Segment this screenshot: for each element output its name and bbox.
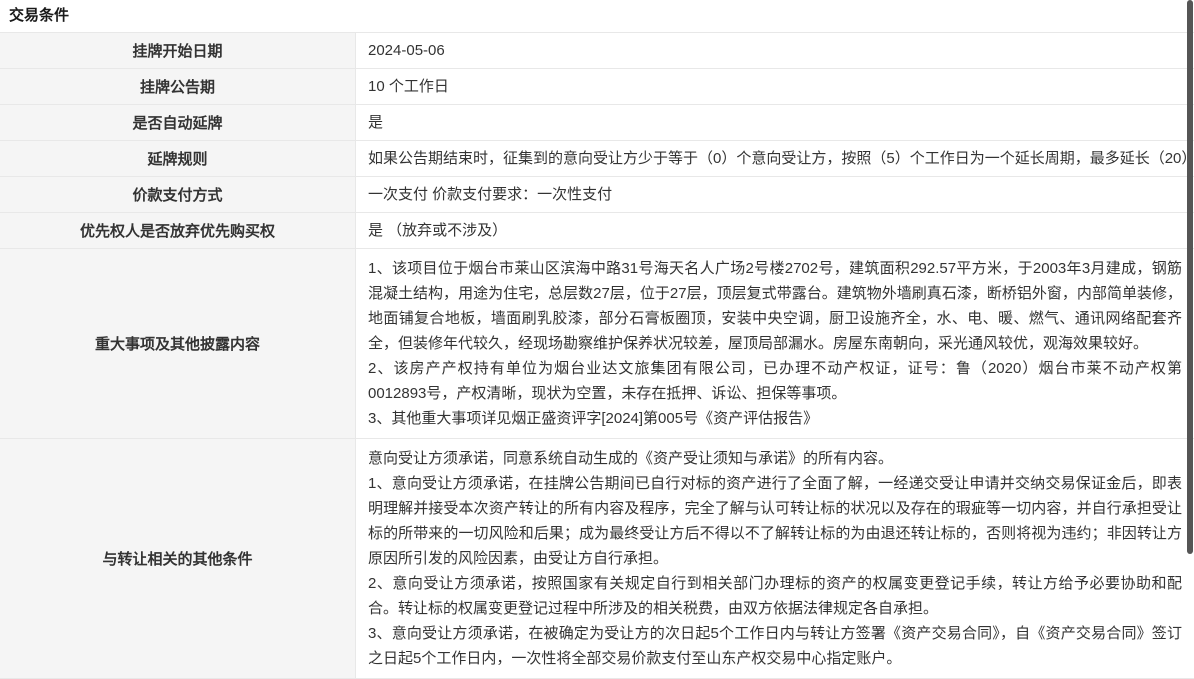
row-label-other-transfer-conditions: 与转让相关的其他条件 bbox=[0, 439, 356, 678]
row-value-major-matters-disclosure: 1、该项目位于烟台市莱山区滨海中路31号海天名人广场2号楼2702号，建筑面积2… bbox=[356, 249, 1194, 438]
trade-conditions-table: 挂牌开始日期 2024-05-06 挂牌公告期 10 个工作日 是否自动延牌 是… bbox=[0, 33, 1194, 679]
row-value-listing-start-date: 2024-05-06 bbox=[356, 33, 1194, 68]
table-row-auto-extension: 是否自动延牌 是 bbox=[0, 105, 1194, 141]
table-row-payment-method: 价款支付方式 一次支付 价款支付要求：一次性支付 bbox=[0, 177, 1194, 213]
transfer-condition-paragraph-1: 意向受让方须承诺，同意系统自动生成的《资产受让须知与承诺》的所有内容。 bbox=[368, 446, 1182, 471]
transfer-condition-paragraph-4: 3、意向受让方须承诺，在被确定为受让方的次日起5个工作日内与转让方签署《资产交易… bbox=[368, 621, 1182, 671]
row-value-extension-rule: 如果公告期结束时，征集到的意向受让方少于等于（0）个意向受让方，按照（5）个工作… bbox=[356, 141, 1194, 176]
row-value-payment-method: 一次支付 价款支付要求：一次性支付 bbox=[356, 177, 1194, 212]
row-label-auto-extension: 是否自动延牌 bbox=[0, 105, 356, 140]
row-label-preemptive-right-waiver: 优先权人是否放弃优先购买权 bbox=[0, 213, 356, 248]
table-row-extension-rule: 延牌规则 如果公告期结束时，征集到的意向受让方少于等于（0）个意向受让方，按照（… bbox=[0, 141, 1194, 177]
row-value-other-transfer-conditions: 意向受让方须承诺，同意系统自动生成的《资产受让须知与承诺》的所有内容。 1、意向… bbox=[356, 439, 1194, 678]
transfer-condition-paragraph-3: 2、意向受让方须承诺，按照国家有关规定自行到相关部门办理标的资产的权属变更登记手… bbox=[368, 571, 1182, 621]
row-label-announcement-period: 挂牌公告期 bbox=[0, 69, 356, 104]
row-value-auto-extension: 是 bbox=[356, 105, 1194, 140]
table-row-listing-start-date: 挂牌开始日期 2024-05-06 bbox=[0, 33, 1194, 69]
table-row-major-matters-disclosure: 重大事项及其他披露内容 1、该项目位于烟台市莱山区滨海中路31号海天名人广场2号… bbox=[0, 249, 1194, 439]
vertical-scrollbar-track[interactable] bbox=[1186, 0, 1194, 674]
row-value-preemptive-right-waiver: 是 （放弃或不涉及） bbox=[356, 213, 1194, 248]
row-label-major-matters-disclosure: 重大事项及其他披露内容 bbox=[0, 249, 356, 438]
table-row-preemptive-right-waiver: 优先权人是否放弃优先购买权 是 （放弃或不涉及） bbox=[0, 213, 1194, 249]
transfer-condition-paragraph-2: 1、意向受让方须承诺，在挂牌公告期间已自行对标的资产进行了全面了解，一经递交受让… bbox=[368, 471, 1182, 571]
table-row-other-transfer-conditions: 与转让相关的其他条件 意向受让方须承诺，同意系统自动生成的《资产受让须知与承诺》… bbox=[0, 439, 1194, 679]
row-value-announcement-period: 10 个工作日 bbox=[356, 69, 1194, 104]
vertical-scrollbar-thumb[interactable] bbox=[1187, 0, 1193, 554]
disclosure-paragraph-3: 3、其他重大事项详见烟正盛资评字[2024]第005号《资产评估报告》 bbox=[368, 406, 1182, 431]
section-title: 交易条件 bbox=[0, 0, 1194, 33]
row-label-listing-start-date: 挂牌开始日期 bbox=[0, 33, 356, 68]
row-label-payment-method: 价款支付方式 bbox=[0, 177, 356, 212]
disclosure-paragraph-2: 2、该房产产权持有单位为烟台业达文旅集团有限公司，已办理不动产权证，证号：鲁（2… bbox=[368, 356, 1182, 406]
table-row-announcement-period: 挂牌公告期 10 个工作日 bbox=[0, 69, 1194, 105]
disclosure-paragraph-1: 1、该项目位于烟台市莱山区滨海中路31号海天名人广场2号楼2702号，建筑面积2… bbox=[368, 256, 1182, 356]
row-label-extension-rule: 延牌规则 bbox=[0, 141, 356, 176]
